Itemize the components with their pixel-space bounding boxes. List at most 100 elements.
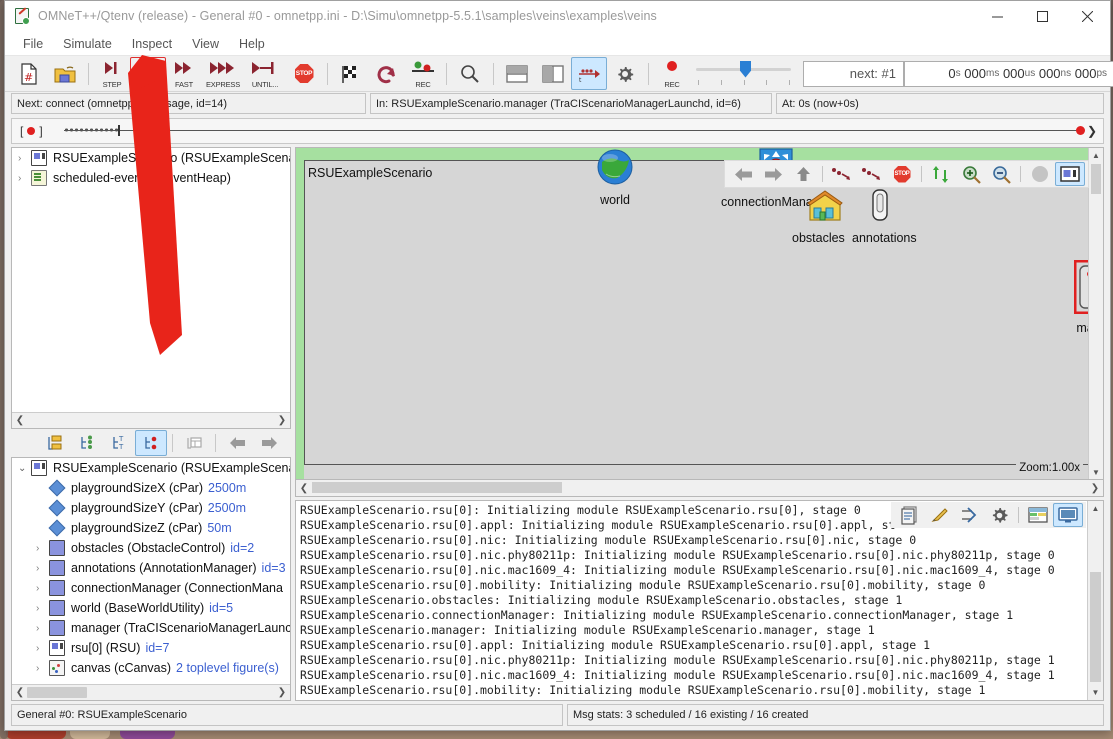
canvas-run-until-next-event-button[interactable] [827,162,857,186]
log-messages-button[interactable] [894,503,924,527]
timeline-widget[interactable]: [ ] ❯ [11,118,1104,144]
canvas-relayout-button[interactable] [926,162,956,186]
tree-row[interactable]: › world (BaseWorldUtility) id=5 [12,598,290,618]
log-vscrollbar[interactable]: ▲ ▼ [1087,501,1103,700]
module-node-annotations[interactable]: annotations [844,188,917,245]
canvas-show-labels-button[interactable] [1025,162,1055,186]
record-animation-button[interactable]: REC [654,57,690,90]
next-event-field[interactable]: next: #1 [803,60,904,87]
object-tree-bottom-hscrollbar[interactable]: ❮ ❯ [12,684,290,700]
scroll-right-icon[interactable]: ❯ [275,687,289,698]
tree-row[interactable]: › scheduled-events (cEventHeap) [12,168,290,188]
horizontal-layout-button[interactable] [499,57,535,90]
tree-row[interactable]: › rsu[0] (RSU) id=7 [12,638,290,658]
module-node-world[interactable]: world [596,148,634,207]
canvas-run-until-next-module-event-button[interactable] [857,162,887,186]
scroll-up-icon[interactable]: ▲ [1089,148,1103,162]
menu-item-view[interactable]: View [183,35,228,53]
scroll-up-icon[interactable]: ▲ [1088,501,1103,516]
log-filter-button[interactable] [924,503,954,527]
tree-row[interactable]: › canvas (cCanvas) 2 toplevel figure(s) [12,658,290,678]
canvas-zoom-in-button[interactable] [956,162,986,186]
chevron-right-icon[interactable]: › [36,623,49,634]
tree-row[interactable]: playgroundSizeX (cPar) 2500m [12,478,290,498]
object-tree-bottom-scroll[interactable]: ⌄ RSUExampleScenario (RSUExampleScenari pl… [12,458,290,684]
tree-row[interactable]: playgroundSizeZ (cPar) 50m [12,518,290,538]
chevron-right-icon[interactable]: › [36,643,49,654]
tree-mode-inheritance-button[interactable]: T T [103,430,135,456]
event-log-record-button[interactable]: REC [405,57,441,90]
find-inspect-objects-button[interactable] [452,57,488,90]
tree-mode-children-button[interactable] [71,430,103,456]
canvas-forward-button[interactable] [758,162,788,186]
tree-row[interactable]: playgroundSizeY (cPar) 2500m [12,498,290,518]
chevron-right-icon[interactable]: › [36,583,49,594]
until-button[interactable]: UNTIL... [244,57,286,90]
tree-row[interactable]: › obstacles (ObstacleControl) id=2 [12,538,290,558]
canvas-stop-button[interactable]: STOP [887,162,917,186]
fast-button[interactable]: FAST [166,57,202,90]
chevron-right-icon[interactable]: › [36,603,49,614]
simulation-time-field[interactable]: 0s 000 ms 000 us 000 ns 000 ps [904,60,1113,87]
menu-item-simulate[interactable]: Simulate [54,35,121,53]
scroll-left-icon[interactable]: ❮ [13,415,27,426]
close-button[interactable] [1065,1,1110,31]
new-run-button[interactable]: # [11,57,47,90]
preferences-button[interactable] [607,57,643,90]
chevron-right-icon[interactable]: › [18,153,31,164]
canvas-module-inspector-button[interactable] [1055,162,1085,186]
canvas-parent-button[interactable] [788,162,818,186]
object-tree-top-hscrollbar[interactable]: ❮ ❯ [12,412,290,428]
vertical-layout-button[interactable] [535,57,571,90]
chevron-right-icon[interactable]: › [36,543,49,554]
tree-forward-button[interactable] [253,430,285,456]
tree-row[interactable]: › manager (TraCIScenarioManagerLaunc [12,618,290,638]
module-node-obstacles[interactable]: obstacles [792,188,845,245]
chevron-right-icon[interactable]: › [36,563,49,574]
scrollbar-thumb[interactable] [27,687,87,698]
canvas-back-button[interactable] [728,162,758,186]
scrollbar-thumb[interactable] [1090,572,1101,682]
tree-mode-table-button[interactable] [178,430,210,456]
log-module-output-button[interactable] [1053,503,1083,527]
slider-handle[interactable] [740,60,751,78]
animation-speed-slider[interactable] [696,59,791,89]
scrollbar-thumb[interactable] [312,482,562,493]
express-button[interactable]: EXPRESS [202,57,244,90]
log-message-table-button[interactable] [1023,503,1053,527]
canvas-hscrollbar[interactable]: ❮ ❯ [295,479,1104,497]
scroll-right-icon[interactable]: ❯ [1088,483,1102,494]
log-jump-button[interactable] [954,503,984,527]
canvas-vscrollbar[interactable]: ▲ ▼ [1088,148,1103,479]
scroll-left-icon[interactable]: ❮ [13,687,27,698]
minimize-button[interactable] [975,1,1020,31]
maximize-button[interactable] [1020,1,1065,31]
open-button[interactable] [47,57,83,90]
chevron-right-icon[interactable]: › [36,663,49,674]
tree-row[interactable]: › connectionManager (ConnectionMana [12,578,290,598]
tree-mode-flat-button[interactable] [39,430,71,456]
tree-mode-objects-button[interactable] [135,430,167,456]
timeline-toggle-button[interactable]: t [571,57,607,90]
chevron-right-icon[interactable]: › [18,173,31,184]
scroll-down-icon[interactable]: ▼ [1089,465,1103,479]
scroll-down-icon[interactable]: ▼ [1088,685,1103,700]
run-until-finish-button[interactable] [333,57,369,90]
tree-row[interactable]: › RSUExampleScenario (RSUExampleScenari [12,148,290,168]
log-panel[interactable]: RSUExampleScenario.rsu[0]: Initializing … [295,500,1104,701]
canvas-zoom-out-button[interactable] [986,162,1016,186]
scroll-left-icon[interactable]: ❮ [297,483,311,494]
scrollbar-thumb[interactable] [1091,164,1101,194]
tree-back-button[interactable] [221,430,253,456]
network-canvas[interactable]: RSUExampleScenario world connectionManag… [295,147,1104,479]
tree-row[interactable]: ⌄ RSUExampleScenario (RSUExampleScenari [12,458,290,478]
menu-item-file[interactable]: File [14,35,52,53]
menu-item-help[interactable]: Help [230,35,274,53]
chevron-down-icon[interactable]: ⌄ [18,463,31,474]
tree-row[interactable]: › annotations (AnnotationManager) id=3 [12,558,290,578]
rebuild-network-button[interactable] [369,57,405,90]
menu-item-inspect[interactable]: Inspect [123,35,181,53]
log-options-button[interactable] [984,503,1014,527]
step-button[interactable]: STEP [94,57,130,90]
object-tree-top-scroll[interactable]: › RSUExampleScenario (RSUExampleScenari … [12,148,290,412]
